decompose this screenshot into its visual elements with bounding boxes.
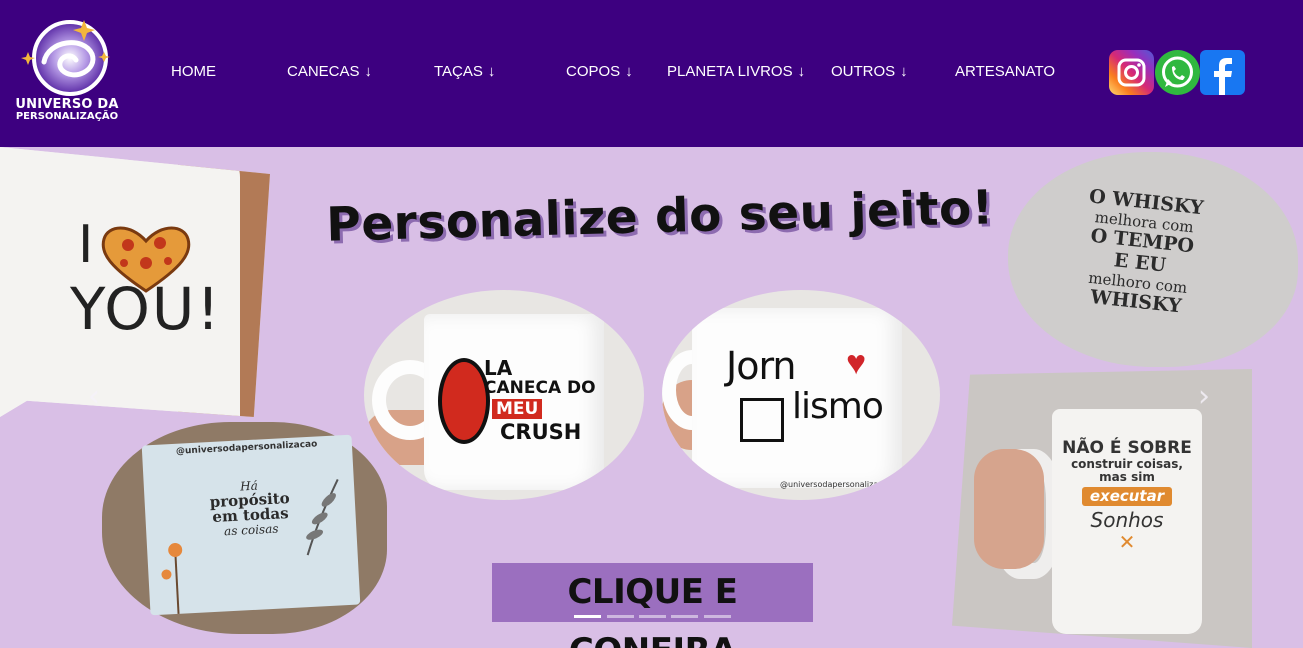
carousel-indicators (574, 615, 734, 619)
heart-icon: ♥ (846, 344, 867, 382)
carousel-indicator[interactable] (607, 615, 634, 618)
facebook-icon[interactable] (1200, 50, 1245, 95)
mug-text: CANECA DO (484, 378, 596, 398)
nav-label: CANECAS (287, 63, 360, 80)
nav-item-planeta-livros[interactable]: PLANETA LIVROS ↓ (667, 62, 805, 82)
nav-item-tacas[interactable]: TAÇAS ↓ (434, 62, 495, 82)
hero-carousel: I YOU! Personalize do seu jeito! O WHISK… (0, 147, 1303, 648)
nav-label: OUTROS (831, 63, 896, 80)
beer-line: Sonhos (1090, 507, 1164, 532)
hand (974, 449, 1044, 569)
mug-text: CRUSH (500, 420, 582, 444)
dropdown-arrow-icon: ↓ (900, 63, 908, 80)
instagram-icon[interactable] (1109, 50, 1154, 95)
purpose-print: @universodapersonalizacao Há propósito e… (141, 434, 361, 616)
newspaper-icon (740, 398, 784, 442)
carousel-prev-icon[interactable]: ‹ (88, 379, 100, 414)
brand-name-line1: UNIVERSO DA (15, 97, 119, 112)
nav-label: HOME (171, 63, 216, 80)
mug-text: MEU (492, 399, 543, 419)
beer-line: mas sim (1099, 469, 1155, 484)
purpose-text: Há propósito em todas as coisas (194, 477, 307, 539)
brand-name: UNIVERSO DA PERSONALIZAÇÃO (14, 98, 120, 122)
nav-item-outros[interactable]: OUTROS ↓ (831, 62, 908, 82)
purpose-print-image: @universodapersonalizacao Há propósito e… (102, 422, 387, 634)
nav-item-home[interactable]: HOME (171, 62, 216, 82)
whisky-glass-text: O WHISKY melhora com O TEMPO E EU melhor… (1060, 184, 1222, 321)
nav-item-canecas[interactable]: CANECAS ↓ (287, 62, 372, 82)
cta-button[interactable]: CLIQUE E CONFIRA (492, 563, 813, 648)
mask-icon (438, 358, 490, 444)
brand-name-line2: PERSONALIZAÇÃO (15, 110, 119, 122)
beer-line: NÃO É SOBRE (1062, 438, 1192, 458)
carousel-indicator[interactable] (704, 615, 731, 618)
tools-icon: ✕ (1118, 529, 1136, 554)
mug-text: lismo (792, 386, 884, 427)
dropdown-arrow-icon: ↓ (797, 63, 806, 80)
mug-text: Jorn (726, 344, 796, 388)
beer-line: construir coisas, (1071, 456, 1183, 471)
carousel-next-icon[interactable]: › (1198, 379, 1210, 414)
carousel-indicator[interactable] (574, 615, 601, 618)
whisky-glass-image: O WHISKY melhora com O TEMPO E EU melhor… (1008, 152, 1298, 367)
nav-label: ARTESANATO (955, 63, 1056, 80)
beer-mug-text: NÃO É SOBRE construir coisas, mas sim ex… (1062, 439, 1192, 553)
purpose-tag: @universodapersonalizacao (175, 439, 318, 457)
site-header: UNIVERSO DA PERSONALIZAÇÃO HOME CANECAS ↓… (0, 0, 1303, 147)
shirt-text-you: YOU! (70, 275, 222, 343)
galaxy-logo-icon (21, 20, 110, 96)
shirt-image: I YOU! (0, 147, 270, 417)
beer-line: executar (1081, 487, 1173, 506)
dropdown-arrow-icon: ↓ (625, 63, 633, 80)
mug-text: LA (484, 356, 513, 380)
nav-label: TAÇAS (434, 63, 483, 80)
carousel-indicator[interactable] (639, 615, 666, 618)
banner-headline: Personalize do seu jeito! (325, 180, 995, 253)
nav-label: PLANETA LIVROS (667, 63, 793, 80)
nav-item-copos[interactable]: COPOS ↓ (566, 62, 633, 82)
carousel-indicator[interactable] (671, 615, 698, 618)
mug-tag: @universodapersonaliza... (780, 480, 886, 489)
nav-item-artesanato[interactable]: ARTESANATO (955, 62, 1055, 82)
mug-jornalismo-image: Jorn ♥ lismo @universodapersonaliza... (662, 290, 940, 500)
dropdown-arrow-icon: ↓ (364, 63, 373, 80)
nav-label: COPOS (566, 63, 621, 80)
whatsapp-icon[interactable] (1155, 50, 1200, 95)
dropdown-arrow-icon: ↓ (487, 63, 496, 80)
main-nav: HOME CANECAS ↓ TAÇAS ↓ COPOS ↓ PLANETA LIVR… (0, 62, 1100, 84)
leaf-icon (306, 478, 339, 556)
mug-crush-image: LA CANECA DO MEU CRUSH (364, 290, 644, 500)
flower-icon (161, 543, 183, 614)
social-links (1109, 50, 1249, 96)
shirt-text-i: I (78, 215, 94, 275)
